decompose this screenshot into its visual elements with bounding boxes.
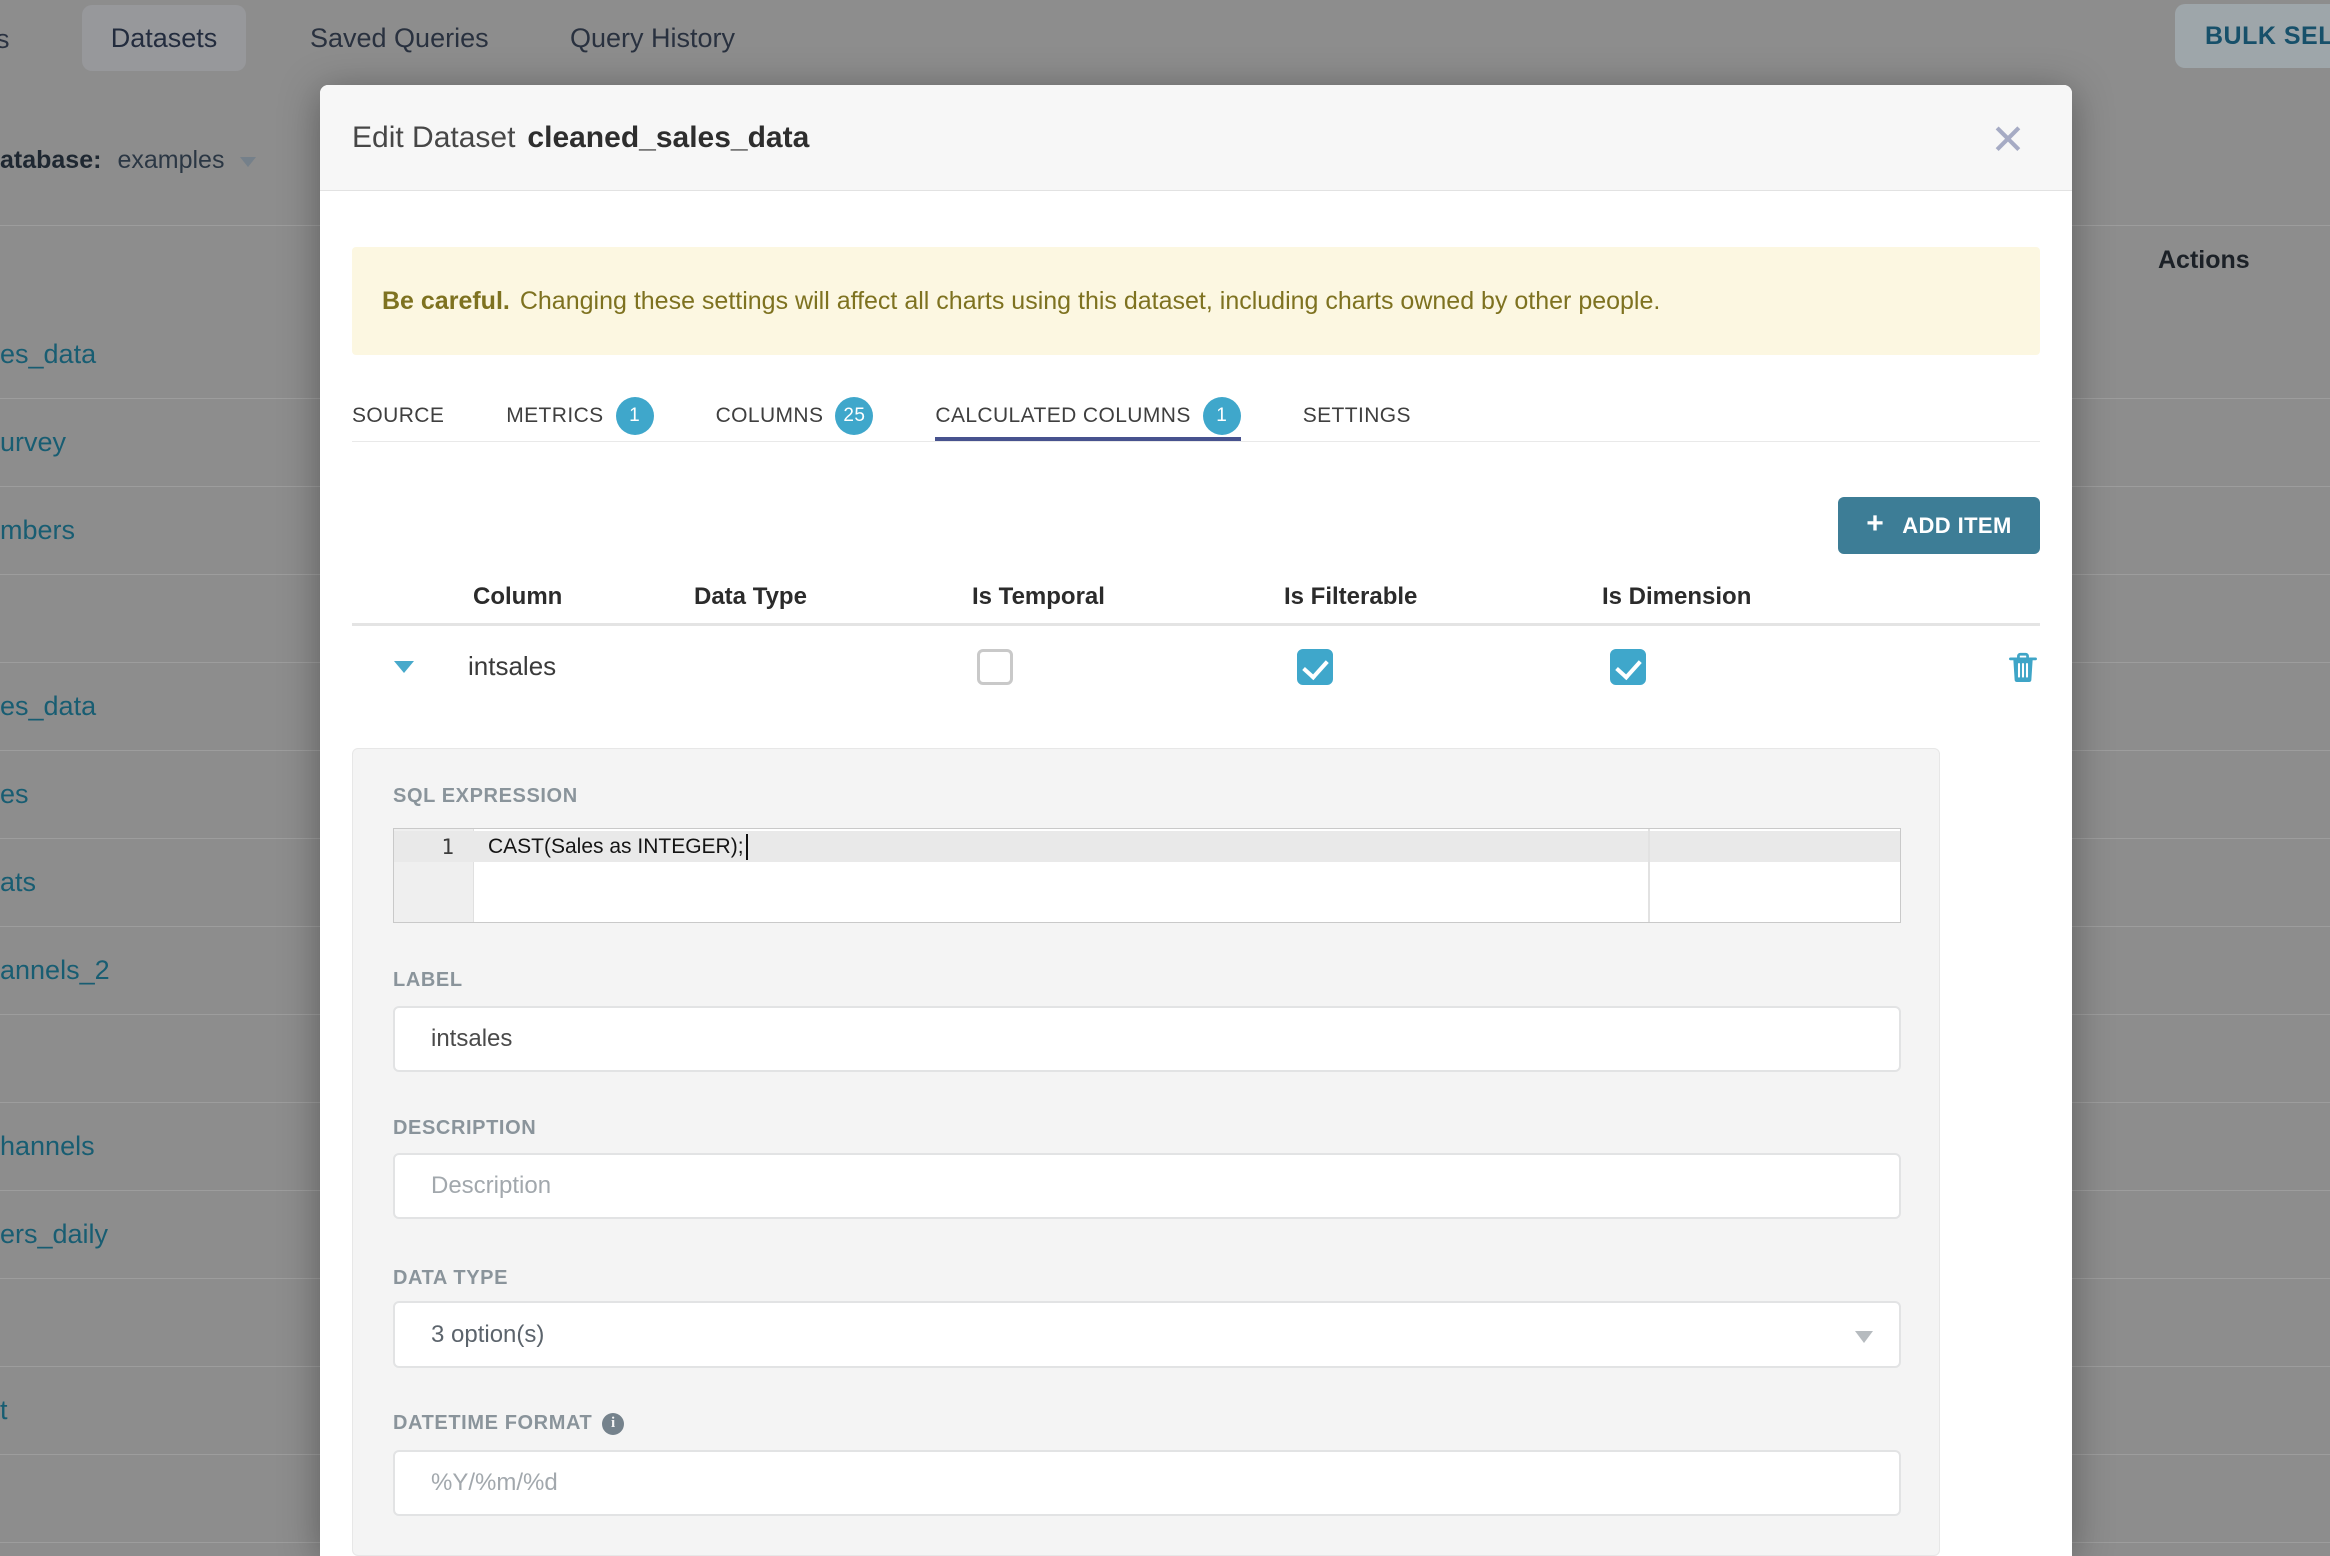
tab-bar-divider	[352, 441, 2040, 442]
warning-banner-text: Changing these settings will affect all …	[519, 286, 1661, 315]
description-field-label: DESCRIPTION	[393, 1117, 537, 1139]
text-cursor	[745, 833, 748, 860]
column-header-is-temporal: Is Temporal	[972, 583, 1105, 610]
add-item-button[interactable]: + ADD ITEM	[1838, 497, 2040, 554]
modal-title-prefix: Edit Dataset	[352, 121, 516, 154]
dataset-link[interactable]: urvey	[0, 427, 66, 458]
modal-tab-metrics[interactable]: METRICS 1	[506, 396, 654, 442]
chevron-down-icon[interactable]	[240, 157, 257, 167]
tab-label: METRICS	[506, 403, 604, 427]
delete-column-trash-icon[interactable]	[2008, 652, 2038, 689]
dataset-link[interactable]: mbers	[0, 515, 75, 546]
editor-line-number: 1	[441, 834, 454, 859]
dataset-link[interactable]: hannels	[0, 1131, 95, 1162]
tab-label: CALCULATED COLUMNS	[935, 403, 1191, 427]
modal-title: Edit Dataset cleaned_sales_data	[352, 85, 809, 191]
dataset-link[interactable]: ats	[0, 867, 36, 898]
is-temporal-checkbox[interactable]	[977, 649, 1013, 685]
sql-expression-label: SQL EXPRESSION	[393, 785, 578, 807]
chevron-down-icon	[1855, 1331, 1873, 1343]
column-header-column: Column	[473, 583, 563, 610]
editor-print-margin	[1648, 829, 1650, 922]
modal-title-dataset-name: cleaned_sales_data	[527, 121, 810, 154]
label-input[interactable]	[393, 1006, 1901, 1072]
row-expand-caret-icon[interactable]	[394, 661, 414, 673]
database-filter-label: atabase:	[0, 145, 102, 174]
screen: s Datasets Saved Queries Query History B…	[0, 0, 2330, 1556]
add-item-label: ADD ITEM	[1902, 512, 2012, 538]
warning-banner-bold: Be careful.	[382, 286, 510, 315]
nav-tab-saved-queries[interactable]: Saved Queries	[310, 0, 489, 76]
tab-label: SETTINGS	[1302, 403, 1411, 427]
close-icon[interactable]: ✕	[1980, 111, 2036, 167]
dataset-link[interactable]: es	[0, 779, 29, 810]
sql-code-line[interactable]: CAST(Sales as INTEGER);	[488, 831, 748, 862]
tab-label: COLUMNS	[715, 403, 824, 427]
actions-column-header: Actions	[2158, 246, 2250, 274]
plus-icon: +	[1866, 507, 1885, 540]
modal-tab-columns[interactable]: COLUMNS 25	[716, 396, 874, 442]
edit-dataset-modal: Edit Dataset cleaned_sales_data ✕ Be car…	[320, 85, 2072, 1556]
modal-tab-calculated-columns[interactable]: CALCULATED COLUMNS 1	[935, 396, 1241, 442]
bulk-select-button[interactable]: BULK SELECT	[2175, 4, 2330, 68]
database-filter[interactable]: atabase: examples	[0, 142, 257, 178]
modal-tab-source[interactable]: SOURCE	[352, 396, 444, 442]
data-type-select[interactable]: 3 option(s)	[393, 1301, 1901, 1368]
sql-expression-editor[interactable]: 1 CAST(Sales as INTEGER);	[393, 828, 1901, 923]
data-type-select-value: 3 option(s)	[431, 1320, 545, 1348]
calculated-columns-header-row: Column Data Type Is Temporal Is Filterable I…	[320, 583, 2072, 613]
modal-tab-bar: SOURCE METRICS 1 COLUMNS 25 CALCULATED COLUMN…	[352, 396, 1411, 442]
data-type-field-label: DATA TYPE	[393, 1267, 509, 1289]
modal-tab-settings[interactable]: SETTINGS	[1303, 396, 1411, 442]
is-dimension-checkbox[interactable]	[1610, 649, 1646, 685]
datetime-format-input[interactable]	[393, 1450, 1901, 1516]
column-header-is-dimension: Is Dimension	[1602, 583, 1752, 610]
dataset-link[interactable]: annels_2	[0, 955, 110, 986]
modal-header: Edit Dataset cleaned_sales_data ✕	[320, 85, 2072, 191]
nav-tab-cut-fragment[interactable]: s	[0, 24, 10, 55]
dataset-link[interactable]: es_data	[0, 691, 96, 722]
nav-tab-query-history[interactable]: Query History	[570, 0, 735, 76]
dataset-link[interactable]: t	[0, 1395, 8, 1426]
tab-count-badge: 1	[1202, 396, 1241, 435]
calculated-column-editor-panel: SQL EXPRESSION 1 CAST(Sales as INTEGER);…	[352, 748, 1940, 1556]
dataset-link[interactable]: ers_daily	[0, 1219, 108, 1250]
info-icon[interactable]: i	[602, 1412, 625, 1435]
table-header-divider	[352, 623, 2040, 626]
label-field-label: LABEL	[393, 969, 463, 991]
tab-count-badge: 1	[615, 396, 654, 435]
sql-code-text: CAST(Sales as INTEGER);	[488, 834, 744, 858]
column-header-data-type: Data Type	[694, 583, 807, 610]
column-header-is-filterable: Is Filterable	[1284, 583, 1418, 610]
column-name: intsales	[468, 651, 557, 681]
tab-count-badge: 25	[835, 396, 874, 435]
datetime-format-field-label: DATETIME FORMAT i	[393, 1412, 625, 1435]
description-input[interactable]	[393, 1153, 1901, 1219]
dataset-link[interactable]: es_data	[0, 339, 96, 370]
database-filter-value[interactable]: examples	[117, 146, 224, 175]
warning-banner: Be careful. Changing these settings will…	[352, 247, 2040, 355]
nav-tab-datasets[interactable]: Datasets	[82, 5, 246, 71]
tab-label: SOURCE	[352, 403, 445, 427]
datetime-format-label-text: DATETIME FORMAT	[393, 1412, 593, 1434]
is-filterable-checkbox[interactable]	[1297, 649, 1333, 685]
